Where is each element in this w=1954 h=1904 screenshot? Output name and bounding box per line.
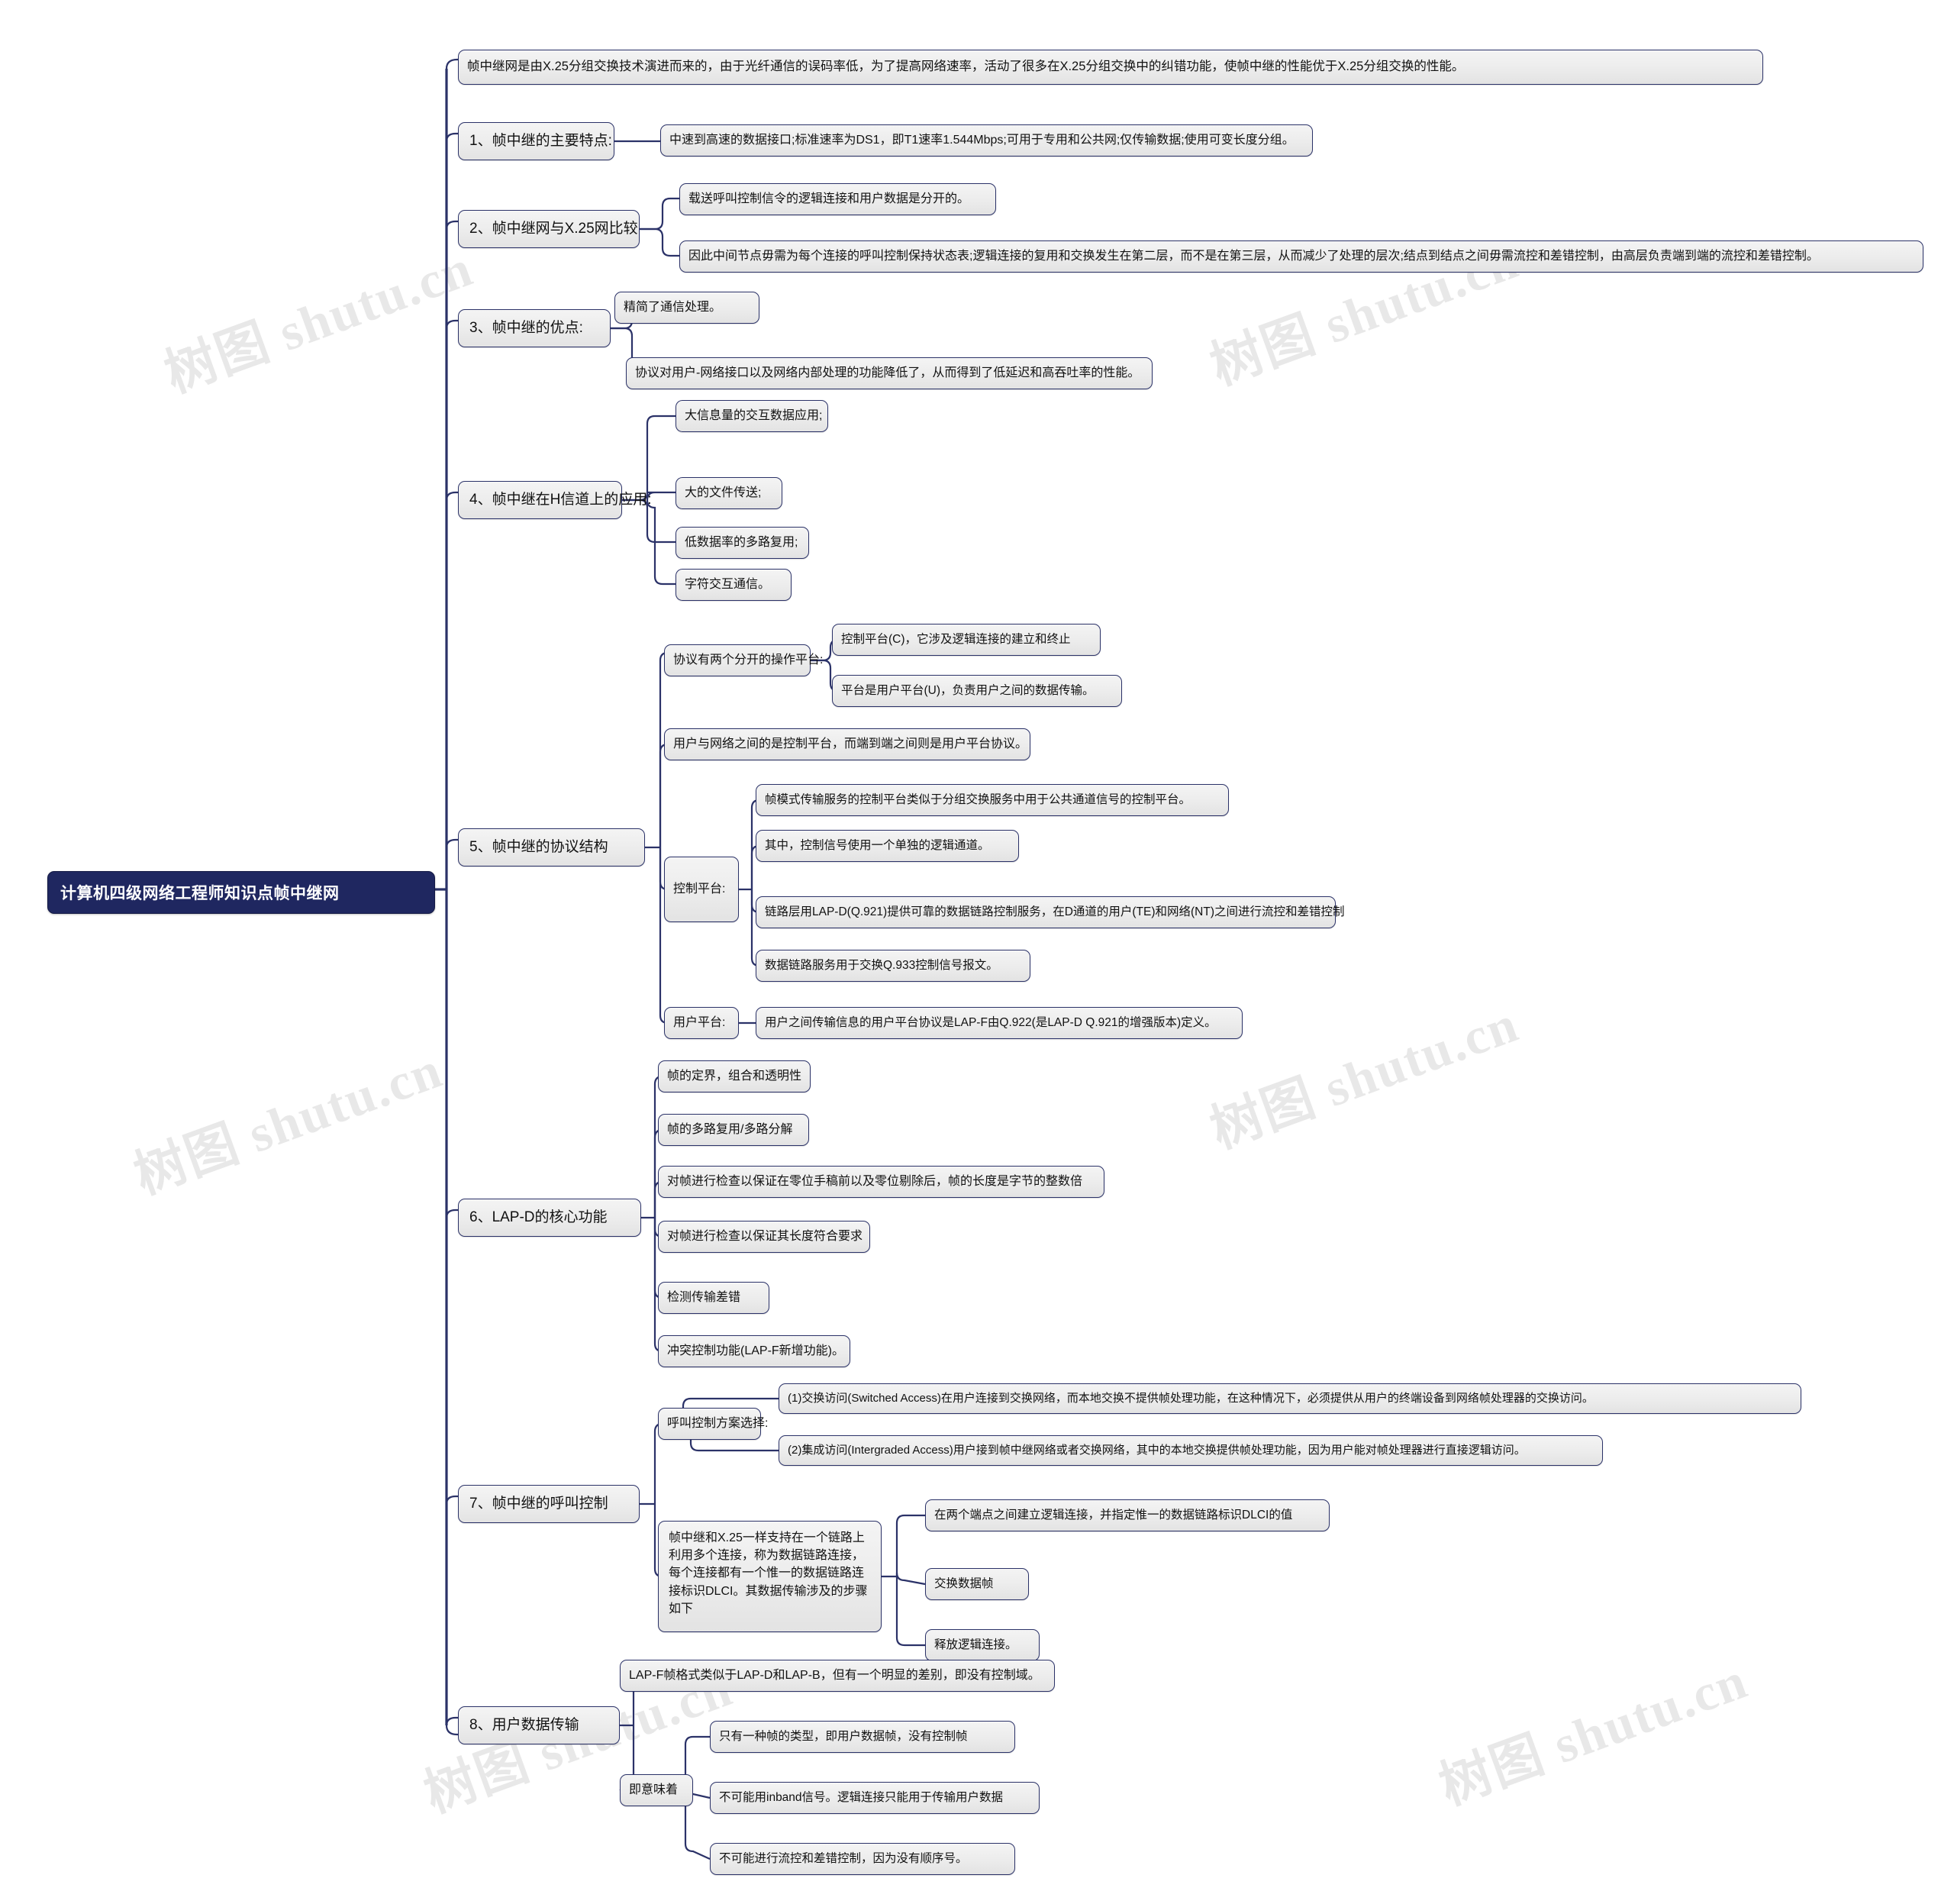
branch-5-c1-child-1[interactable]: 控制平台(C)，它涉及逻辑连接的建立和终止 bbox=[832, 624, 1101, 656]
branch-5-c1-child-2[interactable]: 平台是用户平台(U)，负责用户之间的数据传输。 bbox=[832, 675, 1122, 707]
branch-7-c1-child-2[interactable]: (2)集成访问(Intergraded Access)用户接到帧中继网络或者交换… bbox=[779, 1435, 1603, 1466]
branch-7-c1-child-1[interactable]: (1)交换访问(Switched Access)在用户连接到交换网络，而本地交换… bbox=[779, 1383, 1801, 1414]
branch-5-c4-node[interactable]: 用户平台: bbox=[664, 1007, 739, 1039]
branch-6-child-6[interactable]: 冲突控制功能(LAP-F新增功能)。 bbox=[658, 1335, 850, 1367]
branch-8-c1-node[interactable]: LAP-F帧格式类似于LAP-D和LAP-B，但有一个明显的差别，即没有控制域。 bbox=[620, 1660, 1055, 1692]
branch-5-c3-child-3[interactable]: 链路层用LAP-D(Q.921)提供可靠的数据链路控制服务，在D通道的用户(TE… bbox=[756, 896, 1345, 928]
branch-6-child-5[interactable]: 检测传输差错 bbox=[658, 1282, 769, 1314]
watermark: 树图 shutu.cn bbox=[1432, 1651, 1756, 1816]
branch-7-c2-child-3[interactable]: 释放逻辑连接。 bbox=[925, 1629, 1040, 1661]
branch-5-node[interactable]: 5、帧中继的协议结构 bbox=[458, 828, 645, 866]
branch-5-c3-node[interactable]: 控制平台: bbox=[664, 857, 739, 922]
root-node[interactable]: 计算机四级网络工程师知识点帧中继网 bbox=[47, 871, 435, 914]
branch-6-child-3[interactable]: 对帧进行检查以保证在零位手稿前以及零位剔除后，帧的长度是字节的整数倍 bbox=[658, 1166, 1104, 1198]
branch-8-c2-child-2[interactable]: 不可能用inband信号。逻辑连接只能用于传输用户数据 bbox=[710, 1782, 1040, 1814]
branch-8-c2-child-3[interactable]: 不可能进行流控和差错控制，因为没有顺序号。 bbox=[710, 1843, 1015, 1875]
branch-2-node[interactable]: 2、帧中继网与X.25网比较 bbox=[458, 210, 640, 248]
branch-1-child-1[interactable]: 中速到高速的数据接口;标准速率为DS1，即T1速率1.544Mbps;可用于专用… bbox=[660, 124, 1313, 157]
branch-4-node[interactable]: 4、帧中继在H信道上的应用: bbox=[458, 481, 652, 519]
branch-7-c1-node[interactable]: 呼叫控制方案选择: bbox=[658, 1408, 768, 1440]
watermark: 树图 shutu.cn bbox=[157, 238, 481, 404]
watermark: 树图 shutu.cn bbox=[127, 1040, 450, 1205]
watermark: 树图 shutu.cn bbox=[1203, 994, 1527, 1160]
branch-4-child-4[interactable]: 字符交互通信。 bbox=[676, 569, 792, 601]
branch-4-child-3[interactable]: 低数据率的多路复用; bbox=[676, 527, 809, 559]
branch-1-node[interactable]: 1、帧中继的主要特点: bbox=[458, 122, 614, 160]
branch-3-child-1[interactable]: 精简了通信处理。 bbox=[614, 292, 759, 324]
branch-8-node[interactable]: 8、用户数据传输 bbox=[458, 1706, 620, 1744]
branch-4-child-2[interactable]: 大的文件传送; bbox=[676, 477, 782, 509]
branch-5-c3-child-1[interactable]: 帧模式传输服务的控制平台类似于分组交换服务中用于公共通道信号的控制平台。 bbox=[756, 784, 1229, 816]
branch-7-node[interactable]: 7、帧中继的呼叫控制 bbox=[458, 1485, 640, 1523]
branch-5-c2-node[interactable]: 用户与网络之间的是控制平台，而端到端之间则是用户平台协议。 bbox=[664, 728, 1030, 760]
mindmap-canvas: 树图 shutu.cn 树图 shutu.cn 树图 shutu.cn 树图 s… bbox=[0, 0, 1954, 1904]
branch-7-c2-child-1[interactable]: 在两个端点之间建立逻辑连接，并指定惟一的数据链路标识DLCI的值 bbox=[925, 1499, 1330, 1531]
branch-5-c1-node[interactable]: 协议有两个分开的操作平台: bbox=[664, 644, 823, 676]
branch-3-node[interactable]: 3、帧中继的优点: bbox=[458, 309, 611, 347]
intro-node[interactable]: 帧中继网是由X.25分组交换技术演进而来的，由于光纤通信的误码率低，为了提高网络… bbox=[458, 50, 1763, 85]
branch-5-c3-child-4[interactable]: 数据链路服务用于交换Q.933控制信号报文。 bbox=[756, 950, 1030, 982]
branch-5-c3-child-2[interactable]: 其中，控制信号使用一个单独的逻辑通道。 bbox=[756, 830, 1019, 862]
branch-4-child-1[interactable]: 大信息量的交互数据应用; bbox=[676, 400, 828, 432]
branch-6-node[interactable]: 6、LAP-D的核心功能 bbox=[458, 1199, 641, 1237]
branch-6-child-2[interactable]: 帧的多路复用/多路分解 bbox=[658, 1114, 809, 1146]
branch-3-child-2[interactable]: 协议对用户-网络接口以及网络内部处理的功能降低了，从而得到了低延迟和高吞吐率的性… bbox=[626, 357, 1153, 389]
branch-5-c4-child-1[interactable]: 用户之间传输信息的用户平台协议是LAP-F由Q.922(是LAP-D Q.921… bbox=[756, 1007, 1243, 1039]
branch-2-child-1[interactable]: 载送呼叫控制信令的逻辑连接和用户数据是分开的。 bbox=[679, 183, 996, 215]
branch-8-c2-node[interactable]: 即意味着 bbox=[620, 1774, 693, 1806]
branch-8-c2-child-1[interactable]: 只有一种帧的类型，即用户数据帧，没有控制帧 bbox=[710, 1721, 1015, 1753]
branch-6-child-1[interactable]: 帧的定界，组合和透明性 bbox=[658, 1060, 811, 1092]
branch-7-c2-node[interactable]: 帧中继和X.25一样支持在一个链路上利用多个连接，称为数据链路连接，每个连接都有… bbox=[658, 1521, 882, 1632]
branch-6-child-4[interactable]: 对帧进行检查以保证其长度符合要求 bbox=[658, 1221, 870, 1253]
branch-7-c2-child-2[interactable]: 交换数据帧 bbox=[925, 1568, 1029, 1600]
branch-2-child-2[interactable]: 因此中间节点毋需为每个连接的呼叫控制保持状态表;逻辑连接的复用和交换发生在第二层… bbox=[679, 240, 1923, 273]
